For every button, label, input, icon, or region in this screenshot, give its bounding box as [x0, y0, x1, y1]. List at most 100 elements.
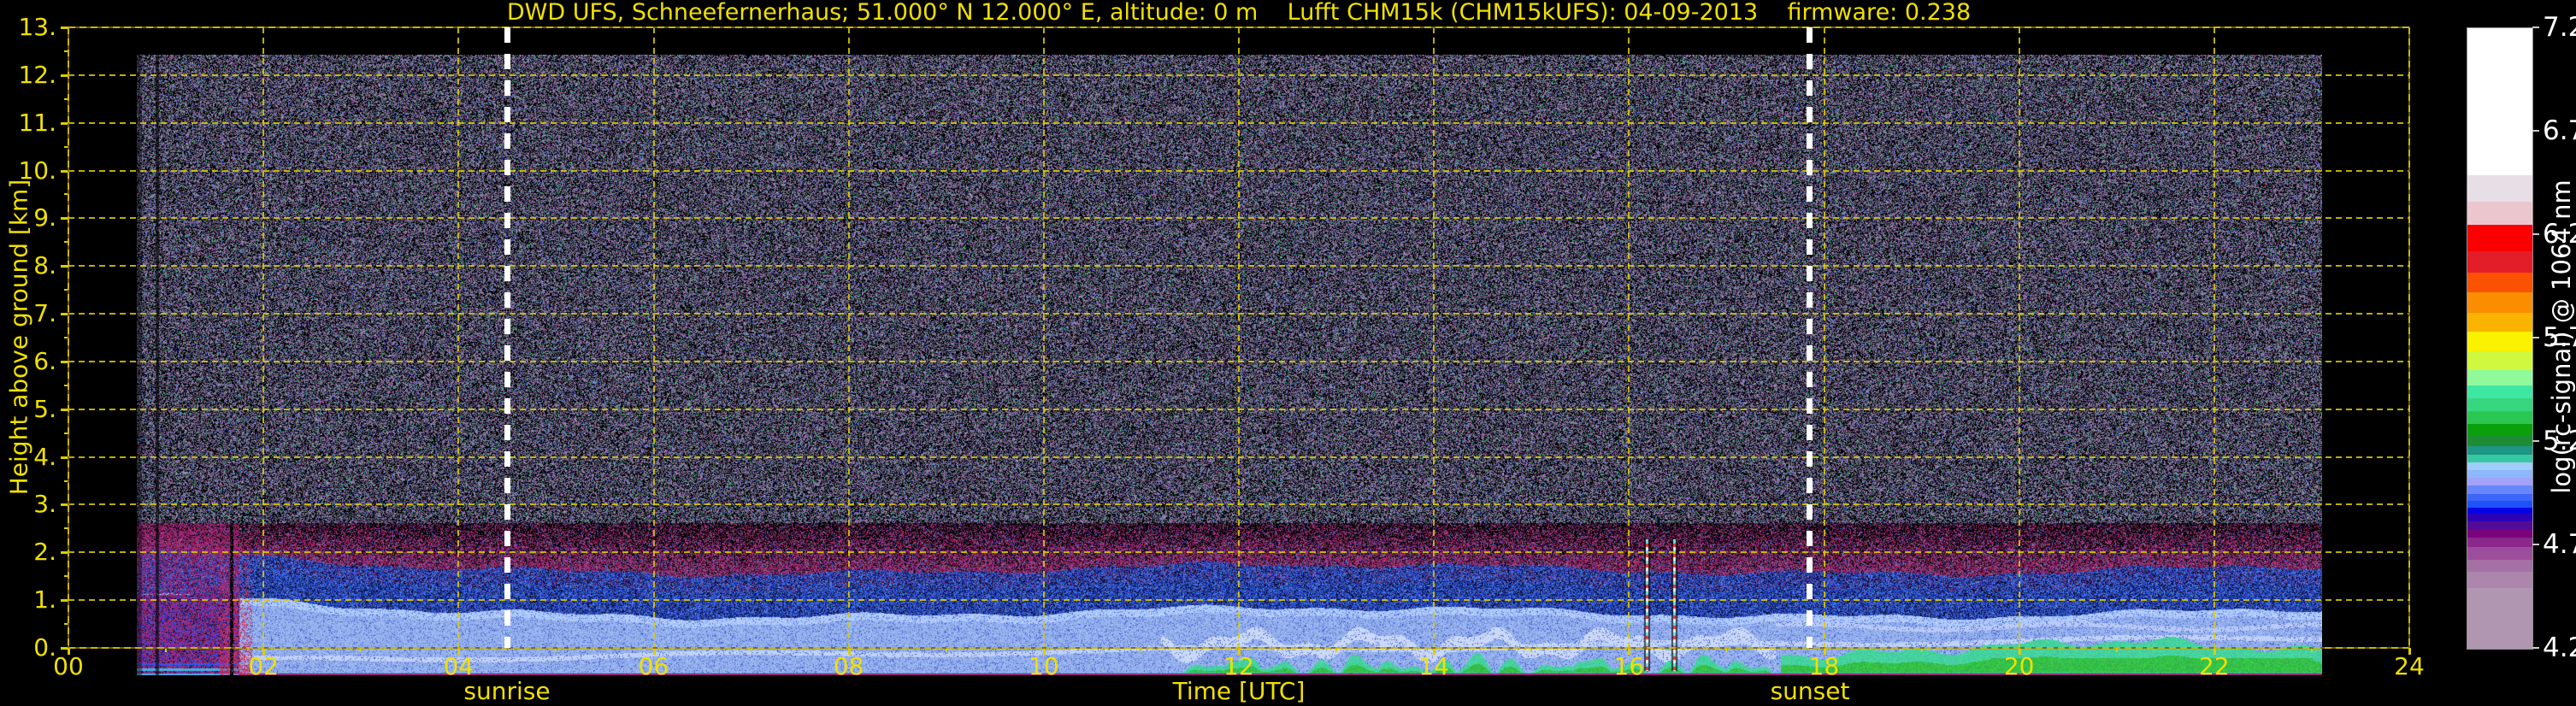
x-tick-mark	[1628, 648, 1631, 655]
colorbar-tick-label: 5.7	[2543, 322, 2576, 353]
y-tick-label: 7.	[33, 299, 56, 328]
colorbar-tick-mark	[2532, 544, 2539, 545]
colorbar-band	[2467, 507, 2532, 515]
colorbar-tick-mark	[2532, 233, 2539, 235]
colorbar-band	[2467, 455, 2532, 463]
y-tick-label: 3.	[33, 490, 56, 519]
y-tick-label: 1.	[33, 585, 56, 615]
sunrise-annotation: sunrise	[463, 677, 551, 705]
colorbar-band	[2467, 538, 2532, 548]
sunset-line	[1807, 27, 1813, 648]
x-tick-label: 22	[2199, 652, 2230, 680]
y-tick-label: 13.	[18, 13, 56, 41]
colorbar-band	[2467, 369, 2532, 386]
colorbar-band	[2467, 571, 2532, 589]
x-tick-mark	[1238, 648, 1241, 655]
colorbar-band	[2467, 272, 2532, 292]
colorbar-band	[2467, 588, 2532, 649]
colorbar-band	[2467, 521, 2532, 530]
x-axis-label: Time [UTC]	[1172, 677, 1306, 705]
colorbar-band	[2467, 470, 2532, 479]
colorbar-band	[2467, 201, 2532, 226]
sunrise-line	[504, 27, 511, 648]
colorbar-band	[2467, 493, 2532, 502]
x-tick-label: 02	[248, 652, 279, 680]
x-tick-mark	[457, 648, 461, 655]
colorbar-band	[2467, 423, 2532, 436]
colorbar-tick-mark	[2532, 337, 2539, 338]
colorbar-tick-label: 4.2	[2543, 632, 2576, 663]
vertical-gridline	[652, 27, 655, 648]
colorbar-tick-mark	[2532, 440, 2539, 442]
colorbar-band	[2467, 514, 2532, 522]
x-tick-label: 14	[1418, 652, 1449, 680]
y-tick-label: 12.	[18, 60, 56, 89]
vertical-gridline	[2213, 27, 2215, 648]
colorbar-tick-label: 7.2	[2543, 12, 2576, 43]
colorbar-tick-label: 5.2	[2543, 426, 2576, 456]
vertical-gridline	[2018, 27, 2020, 648]
vertical-gridline	[1238, 27, 1240, 648]
vertical-gridline	[847, 27, 850, 648]
x-tick-label: 10	[1029, 652, 1059, 680]
colorbar-band	[2467, 462, 2532, 471]
colorbar-band	[2467, 225, 2532, 251]
sunset-annotation: sunset	[1770, 677, 1850, 705]
colorbar-band	[2467, 445, 2532, 456]
colorbar-band	[2467, 478, 2532, 486]
colorbar-band	[2467, 175, 2532, 202]
x-tick-label: 20	[2003, 652, 2035, 680]
y-tick-label: 8.	[33, 251, 56, 280]
colorbar-band	[2467, 410, 2532, 424]
y-tick-label: 6.	[33, 346, 56, 375]
x-tick-mark	[2408, 648, 2411, 655]
plot-frame-top	[68, 26, 2409, 28]
colorbar-band	[2467, 291, 2532, 313]
colorbar-band	[2467, 547, 2532, 561]
y-tick-label: 11.	[18, 108, 56, 137]
vertical-gridline	[262, 27, 265, 648]
x-tick-label: 08	[833, 652, 864, 680]
vertical-gridline	[1628, 27, 1630, 648]
colorbar-band	[2467, 332, 2532, 352]
vertical-gridline	[1042, 27, 1045, 648]
vertical-gridline	[457, 27, 460, 648]
colorbar-tick-mark	[2532, 26, 2539, 28]
x-tick-label: 04	[443, 652, 475, 680]
x-tick-mark	[1042, 648, 1046, 655]
colorbar-tick-label: 6.7	[2543, 115, 2576, 146]
colorbar-band	[2467, 312, 2532, 332]
page-title: DWD UFS, Schneefernerhaus; 51.000° N 12.…	[506, 0, 1972, 26]
colorbar-band	[2467, 385, 2532, 398]
ceilometer-quicklook: DWD UFS, Schneefernerhaus; 51.000° N 12.…	[0, 0, 2576, 706]
colorbar-tick-label: 6.2	[2543, 219, 2576, 250]
x-tick-mark	[262, 648, 266, 655]
plot-frame-bottom	[68, 647, 2409, 649]
y-tick-label: 4.	[33, 442, 56, 471]
vertical-gridline	[1823, 27, 1825, 648]
x-tick-label: 12	[1223, 652, 1254, 680]
x-tick-label: 00	[53, 652, 84, 680]
colorbar-band	[2467, 560, 2532, 572]
colorbar-tick-mark	[2532, 647, 2539, 649]
colorbar-band	[2467, 529, 2532, 538]
vertical-gridline	[1433, 27, 1435, 648]
colorbar-band	[2467, 351, 2532, 370]
x-tick-mark	[2018, 648, 2021, 655]
colorbar-band	[2467, 397, 2532, 411]
colorbar	[2467, 27, 2533, 650]
x-tick-mark	[2213, 648, 2216, 655]
colorbar-tick-label: 4.7	[2543, 529, 2576, 560]
y-tick-label: 2.	[33, 538, 56, 567]
x-tick-label: 24	[2394, 652, 2425, 680]
backscatter-heatmap-canvas	[137, 55, 2322, 675]
plot-frame-left	[68, 27, 69, 648]
x-tick-mark	[1823, 648, 1826, 655]
x-tick-mark	[1433, 648, 1436, 655]
y-tick-label: 9.	[33, 203, 56, 232]
plot-frame-right	[2408, 27, 2410, 648]
colorbar-band	[2467, 485, 2532, 494]
x-tick-label: 16	[1613, 652, 1645, 680]
x-tick-label: 18	[1808, 652, 1840, 680]
colorbar-band	[2467, 435, 2532, 446]
